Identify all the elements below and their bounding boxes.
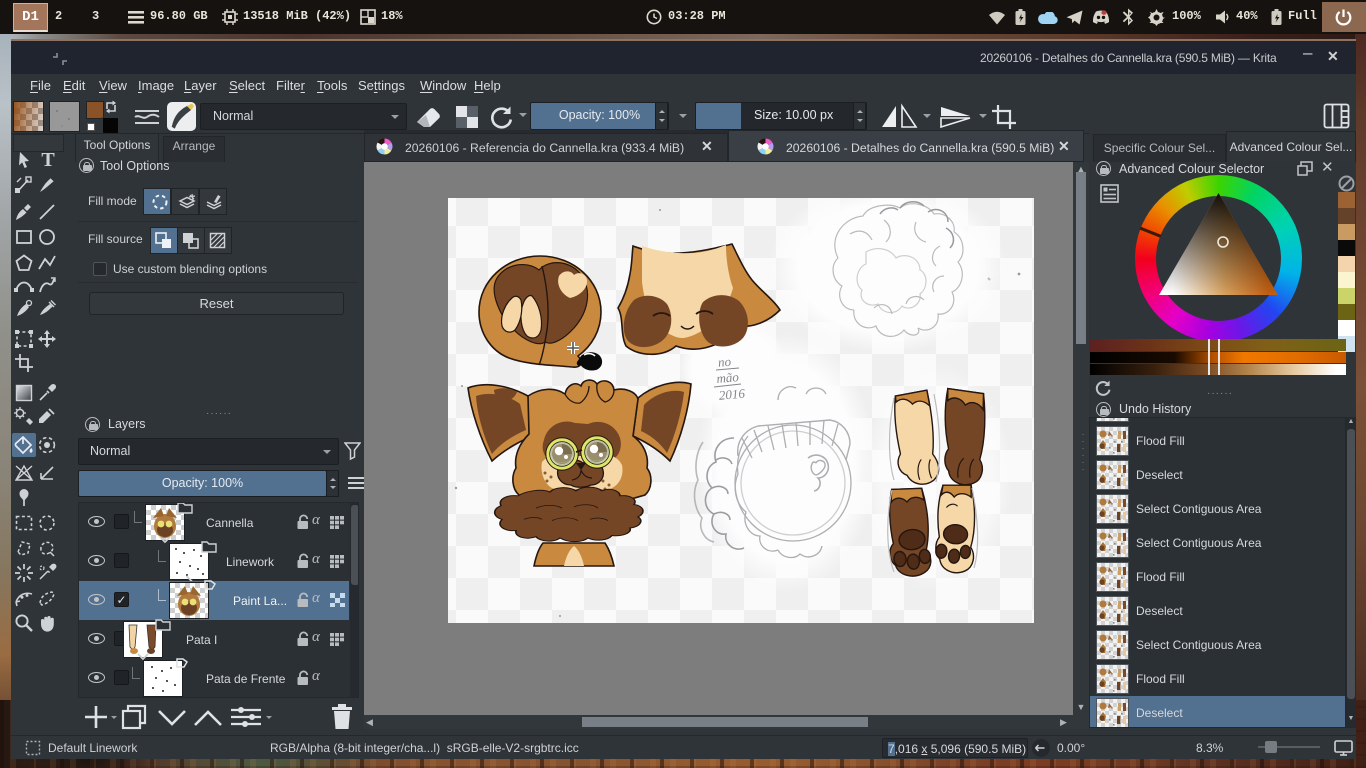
svg-text:2016: 2016 <box>718 386 746 403</box>
svg-text:no: no <box>717 354 732 370</box>
svg-text:mão: mão <box>716 369 740 386</box>
